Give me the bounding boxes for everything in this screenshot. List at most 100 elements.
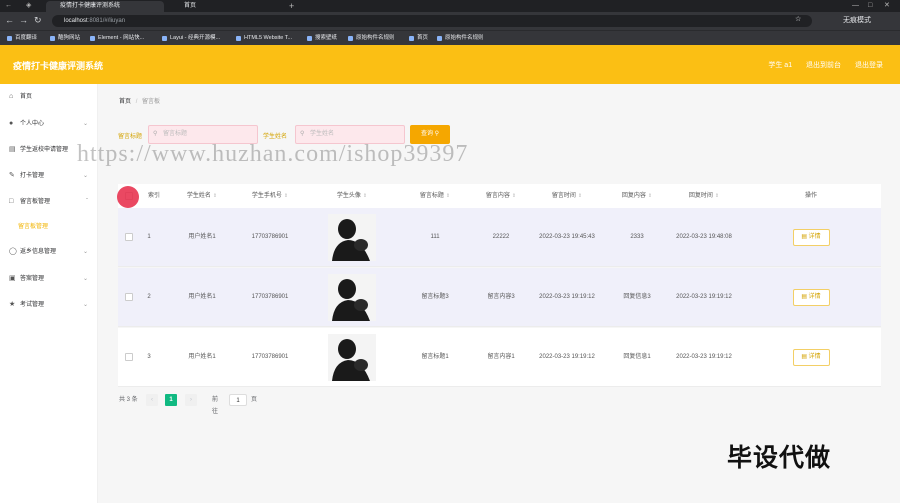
new-tab-button[interactable]: +: [289, 0, 294, 12]
chevron-down-icon: ⌄: [82, 121, 88, 127]
maximize-icon[interactable]: □: [868, 0, 872, 12]
cell-name: 用户姓名1: [188, 353, 216, 360]
cell-time: 2022-03-23 19:19:12: [539, 293, 595, 300]
avatar: [328, 334, 376, 381]
name-filter-label: 学生姓名: [263, 134, 288, 140]
cell-avatar: [308, 208, 396, 267]
col-header[interactable]: 留言内容 ⇕: [471, 184, 531, 208]
reload-icon[interactable]: ↻: [34, 15, 42, 26]
current-user-label: 学生 a1: [768, 62, 793, 69]
bookmark-item[interactable]: 首页: [409, 33, 428, 44]
cell-title: 留言标题3: [421, 293, 449, 300]
table-row: 2 用户姓名1 17703786901 留言标题3 留言内容3 2022-03-…: [118, 268, 881, 327]
col-header: 操作: [804, 193, 817, 199]
sidebar-item-exams[interactable]: ★ 考试管理 ⌄: [0, 298, 98, 312]
cell-reply: 回复信息3: [623, 293, 651, 300]
sidebar-item-home[interactable]: ⌂ 首页: [0, 90, 98, 104]
breadcrumb: 首页 / 留言板: [119, 99, 161, 105]
cell-reply-time: 2022-03-23 19:19:12: [676, 353, 732, 360]
row-checkbox[interactable]: [125, 233, 133, 241]
user-icon: ●: [9, 120, 14, 127]
address-bar-row: ← → ↻ localhost:8081/#/liuyan ☆ 无痕模式: [0, 12, 900, 30]
chevron-up-icon: ˆ: [86, 199, 88, 205]
avatar: [328, 274, 376, 321]
next-page-button[interactable]: ›: [185, 394, 197, 406]
bookmark-item[interactable]: 酷狗网站: [50, 33, 80, 44]
table-header: 索引 学生姓名 ⇕ 学生手机号 ⇕ 学生头像 ⇕ 留言标题 ⇕ 留言内容 ⇕ 留言时间 ⇕ …: [118, 184, 881, 208]
row-checkbox[interactable]: [125, 293, 133, 301]
forward-icon[interactable]: →: [19, 15, 28, 25]
browser-tab[interactable]: 首页: [170, 1, 280, 12]
detail-button[interactable]: ▤ 详情: [792, 229, 830, 246]
col-header[interactable]: 学生头像 ⇕: [308, 184, 396, 208]
goto-frontend-link[interactable]: 退出到前台: [806, 62, 841, 69]
cell-avatar: [308, 268, 396, 327]
col-header[interactable]: 留言标题 ⇕: [401, 184, 469, 208]
bookmark-item[interactable]: 搜索壁纸: [307, 33, 337, 44]
header-links: 学生 a1 退出到前台 退出登录: [756, 60, 883, 70]
home-icon: ⌂: [9, 93, 14, 100]
row-checkbox[interactable]: [125, 353, 133, 361]
bookmark-item[interactable]: Element - 网站快...: [90, 33, 144, 44]
cell-content: 22222: [492, 233, 510, 240]
col-header[interactable]: 回复时间 ⇕: [671, 184, 737, 208]
chevron-down-icon: ⌄: [82, 302, 88, 308]
app-header: 疫情打卡健康评测系统 学生 a1 退出到前台 退出登录: [0, 45, 900, 84]
sidebar-item-answers[interactable]: ▣ 答案管理 ⌄: [0, 272, 98, 286]
total-count: 共 3 条: [119, 397, 138, 403]
cell-phone: 17703786901: [251, 293, 289, 300]
browser-tab-strip: ← ◈ 疫情打卡健康评测系统 首页 + — □ ✕: [0, 0, 900, 12]
tab-switcher-icon[interactable]: ◈: [26, 0, 31, 12]
cell-time: 2022-03-23 19:45:43: [539, 233, 595, 240]
sidebar-item-profile[interactable]: ● 个人中心 ⌄: [0, 117, 98, 131]
cell-title: 111: [430, 233, 440, 240]
bookmark-item[interactable]: HTML5 Website T...: [236, 33, 292, 44]
breadcrumb-home[interactable]: 首页: [119, 99, 131, 105]
check-icon: ✎: [9, 172, 15, 179]
col-header[interactable]: 学生姓名 ⇕: [170, 184, 234, 208]
cell-reply: 回复信息1: [623, 353, 651, 360]
bookmark-item[interactable]: 原始构件名规则: [437, 33, 484, 44]
col-header[interactable]: 学生手机号 ⇕: [236, 184, 304, 208]
col-header[interactable]: 留言时间 ⇕: [533, 184, 601, 208]
cell-index: 1: [147, 233, 151, 240]
logout-link[interactable]: 退出登录: [855, 62, 883, 69]
bookmark-item[interactable]: Layui - 经典开源模...: [162, 33, 220, 44]
cell-reply: 2333: [630, 233, 644, 240]
browser-tab-active[interactable]: 疫情打卡健康评测系统: [46, 1, 164, 12]
cell-name: 用户姓名1: [188, 233, 216, 240]
col-header[interactable]: 回复内容 ⇕: [603, 184, 671, 208]
close-icon[interactable]: ✕: [884, 0, 890, 12]
cell-title: 留言标题1: [421, 353, 449, 360]
sidebar-subitem-messages[interactable]: 留言板管理: [0, 220, 98, 234]
doc-icon: ▤: [9, 146, 16, 153]
star-icon[interactable]: ☆: [795, 15, 801, 23]
breadcrumb-current: 留言板: [142, 99, 161, 105]
cell-actions: ▤ 详情: [778, 328, 844, 387]
cell-content: 留言内容1: [487, 353, 515, 360]
url-input[interactable]: localhost:8081/#/liuyan: [52, 15, 812, 27]
sidebar-item-checkin[interactable]: ✎ 打卡管理 ⌄: [0, 169, 98, 183]
sidebar-item-hometown[interactable]: ◯ 返乡信息管理 ⌄: [0, 245, 98, 259]
bookmark-item[interactable]: 原始构件名规则: [348, 33, 395, 44]
cell-name: 用户姓名1: [188, 293, 216, 300]
detail-button[interactable]: ▤ 详情: [792, 289, 830, 306]
profile-label[interactable]: 无痕模式: [843, 15, 871, 25]
cell-actions: ▤ 详情: [778, 208, 844, 267]
bookmark-item[interactable]: 百度翻译: [7, 33, 37, 44]
table-row: 1 用户姓名1 17703786901 111 22222 2022-03-23…: [118, 208, 881, 267]
cell-reply-time: 2022-03-23 19:19:12: [676, 293, 732, 300]
back-icon[interactable]: ←: [5, 15, 14, 25]
sidebar-item-messages[interactable]: □ 留言板管理 ˆ: [0, 195, 98, 209]
page-button[interactable]: 1: [165, 394, 177, 406]
prev-page-button[interactable]: ‹: [146, 394, 158, 406]
minimize-icon[interactable]: —: [852, 0, 859, 12]
page-jump-input[interactable]: 1: [229, 394, 247, 406]
page-unit-label: 页: [251, 397, 258, 403]
message-icon: □: [9, 198, 14, 205]
cell-avatar: [308, 328, 396, 387]
detail-button[interactable]: ▤ 详情: [792, 349, 830, 366]
app-title: 疫情打卡健康评测系统: [13, 61, 104, 71]
back-arrow-icon[interactable]: ←: [5, 0, 12, 12]
cell-reply-time: 2022-03-23 19:48:08: [676, 233, 732, 240]
